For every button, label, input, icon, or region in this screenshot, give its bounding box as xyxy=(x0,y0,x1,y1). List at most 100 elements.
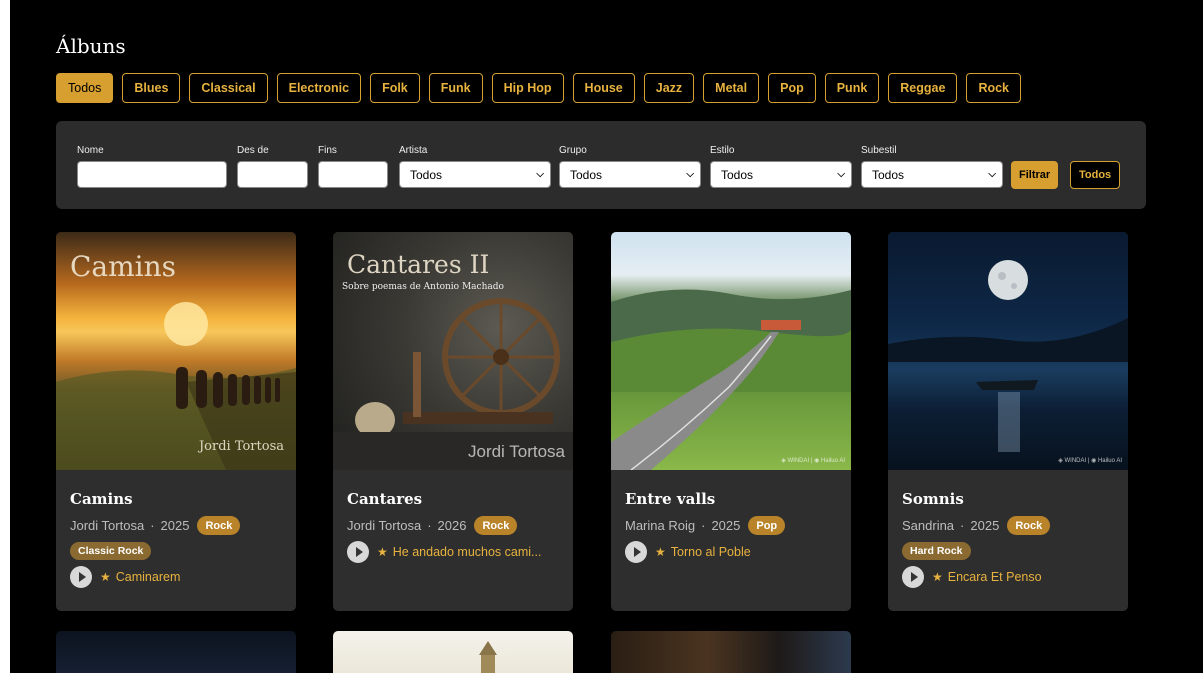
genre-tab-blues[interactable]: Blues xyxy=(122,73,181,103)
album-card-entre-valls[interactable]: ◈ WINDAI | ◉ Hailuo AI Entre valls Marin… xyxy=(611,232,851,611)
genre-badge: Rock xyxy=(1007,516,1051,535)
meta-separator: · xyxy=(701,518,706,533)
meta-separator: · xyxy=(427,518,432,533)
genre-tab-folk[interactable]: Folk xyxy=(370,73,420,103)
featured-track[interactable]: Encara Et Penso xyxy=(948,570,1042,584)
grupo-label: Grupo xyxy=(559,145,587,156)
genre-badge: Rock xyxy=(197,516,241,535)
play-button[interactable] xyxy=(70,566,92,588)
subgenre-badge: Classic Rock xyxy=(70,542,152,560)
desde-label: Des de xyxy=(237,145,269,156)
genre-tab-house[interactable]: House xyxy=(572,73,635,103)
todos-reset-button[interactable]: Todos xyxy=(1070,161,1121,189)
album-title: Somnis xyxy=(902,490,964,508)
genre-tab-rock[interactable]: Rock xyxy=(966,73,1022,103)
genre-tab-funk[interactable]: Funk xyxy=(428,73,483,103)
album-title: Camins xyxy=(70,490,133,508)
estilo-select[interactable]: Todos ⌵ xyxy=(710,161,852,188)
cover-subtitle: Sobre poemas de Antonio Machado xyxy=(342,282,504,292)
chevron-down-icon: ⌵ xyxy=(686,169,694,180)
main-content: Álbuns Todos Blues Classical Electronic … xyxy=(10,0,1203,673)
fins-label: Fins xyxy=(318,145,337,156)
cover-watermark: ◈ WINDAI | ◉ Hailuo AI xyxy=(1058,458,1122,464)
album-card-partial[interactable] xyxy=(56,631,296,673)
album-year: 2025 xyxy=(711,518,741,533)
album-cover-image[interactable]: ◈ WINDAI | ◉ Hailuo AI xyxy=(888,232,1128,470)
album-artist: Jordi Tortosa xyxy=(70,518,145,533)
chevron-down-icon: ⌵ xyxy=(837,169,845,180)
genre-tab-todos[interactable]: Todos xyxy=(56,73,114,103)
album-artist: Marina Roig xyxy=(625,518,696,533)
featured-track[interactable]: Caminarem xyxy=(116,570,181,584)
nome-input[interactable] xyxy=(77,161,227,188)
play-button[interactable] xyxy=(902,566,924,588)
chevron-down-icon: ⌵ xyxy=(988,169,996,180)
filter-panel: Nome Des de Fins Artista Todos ⌵ Grupo T… xyxy=(56,121,1146,209)
album-artist: Jordi Tortosa xyxy=(347,518,422,533)
cover-illustration xyxy=(888,260,1128,452)
star-icon: ★ xyxy=(100,570,111,584)
play-button[interactable] xyxy=(347,541,369,563)
album-artist: Sandrina xyxy=(902,518,955,533)
genre-tab-electronic[interactable]: Electronic xyxy=(276,73,362,103)
filtrar-button[interactable]: Filtrar xyxy=(1011,161,1059,189)
album-year: 2025 xyxy=(970,518,1000,533)
play-icon xyxy=(633,547,641,557)
grupo-select-value: Todos xyxy=(570,167,603,182)
album-card-camins[interactable]: Camins Jordi Tortosa Camins Jordi Tortos… xyxy=(56,232,296,611)
genre-tabs: Todos Blues Classical Electronic Folk Fu… xyxy=(56,73,1022,103)
left-edge-strip xyxy=(0,0,10,673)
estilo-select-value: Todos xyxy=(721,167,754,182)
subestil-label: Subestil xyxy=(861,145,897,156)
album-year: 2025 xyxy=(160,518,190,533)
subestil-select-value: Todos xyxy=(872,167,905,182)
album-cover-image[interactable]: Cantares II Sobre poemas de Antonio Mach… xyxy=(333,232,573,470)
album-card-partial[interactable] xyxy=(611,631,851,673)
meta-separator: · xyxy=(150,518,155,533)
album-title: Entre valls xyxy=(625,490,716,508)
cover-artist: Jordi Tortosa xyxy=(198,439,284,454)
meta-separator: · xyxy=(960,518,965,533)
play-icon xyxy=(910,572,918,582)
nome-label: Nome xyxy=(77,145,104,156)
star-icon: ★ xyxy=(932,570,943,584)
cover-title: Cantares II xyxy=(347,250,490,279)
subgenre-badge: Hard Rock xyxy=(902,542,971,560)
cover-illustration xyxy=(479,641,497,673)
star-icon: ★ xyxy=(655,545,666,559)
album-card-somnis[interactable]: ◈ WINDAI | ◉ Hailuo AI Somnis Sandrina ·… xyxy=(888,232,1128,611)
album-cover-image[interactable]: ◈ WINDAI | ◉ Hailuo AI xyxy=(611,232,851,470)
album-title: Cantares xyxy=(347,490,423,508)
genre-tab-classical[interactable]: Classical xyxy=(189,73,268,103)
cover-watermark: ◈ WINDAI | ◉ Hailuo AI xyxy=(781,458,845,464)
featured-track[interactable]: Torno al Poble xyxy=(671,545,751,559)
artista-select-value: Todos xyxy=(410,167,443,182)
play-icon xyxy=(355,547,363,557)
album-card-cantares[interactable]: Cantares II Sobre poemas de Antonio Mach… xyxy=(333,232,573,611)
album-cover-image[interactable]: Camins Jordi Tortosa xyxy=(56,232,296,470)
play-button[interactable] xyxy=(625,541,647,563)
estilo-label: Estilo xyxy=(710,145,735,156)
genre-tab-pop[interactable]: Pop xyxy=(768,73,816,103)
album-card-partial[interactable] xyxy=(333,631,573,673)
album-year: 2026 xyxy=(437,518,467,533)
desde-input[interactable] xyxy=(237,161,308,188)
genre-badge: Pop xyxy=(748,516,786,535)
genre-badge: Rock xyxy=(474,516,518,535)
cover-illustration xyxy=(611,289,851,470)
fins-input[interactable] xyxy=(318,161,388,188)
genre-tab-reggae[interactable]: Reggae xyxy=(888,73,958,103)
artista-select[interactable]: Todos ⌵ xyxy=(399,161,551,188)
genre-tab-metal[interactable]: Metal xyxy=(703,73,760,103)
genre-tab-hip-hop[interactable]: Hip Hop xyxy=(491,73,564,103)
genre-tab-punk[interactable]: Punk xyxy=(824,73,880,103)
genre-tab-jazz[interactable]: Jazz xyxy=(643,73,695,103)
star-icon: ★ xyxy=(377,545,388,559)
play-icon xyxy=(78,572,86,582)
cover-artist: Jordi Tortosa xyxy=(467,442,565,461)
subestil-select[interactable]: Todos ⌵ xyxy=(861,161,1003,188)
page-title: Álbuns xyxy=(56,34,126,58)
artista-label: Artista xyxy=(399,145,428,156)
featured-track[interactable]: He andado muchos cami... xyxy=(393,545,542,559)
grupo-select[interactable]: Todos ⌵ xyxy=(559,161,701,188)
